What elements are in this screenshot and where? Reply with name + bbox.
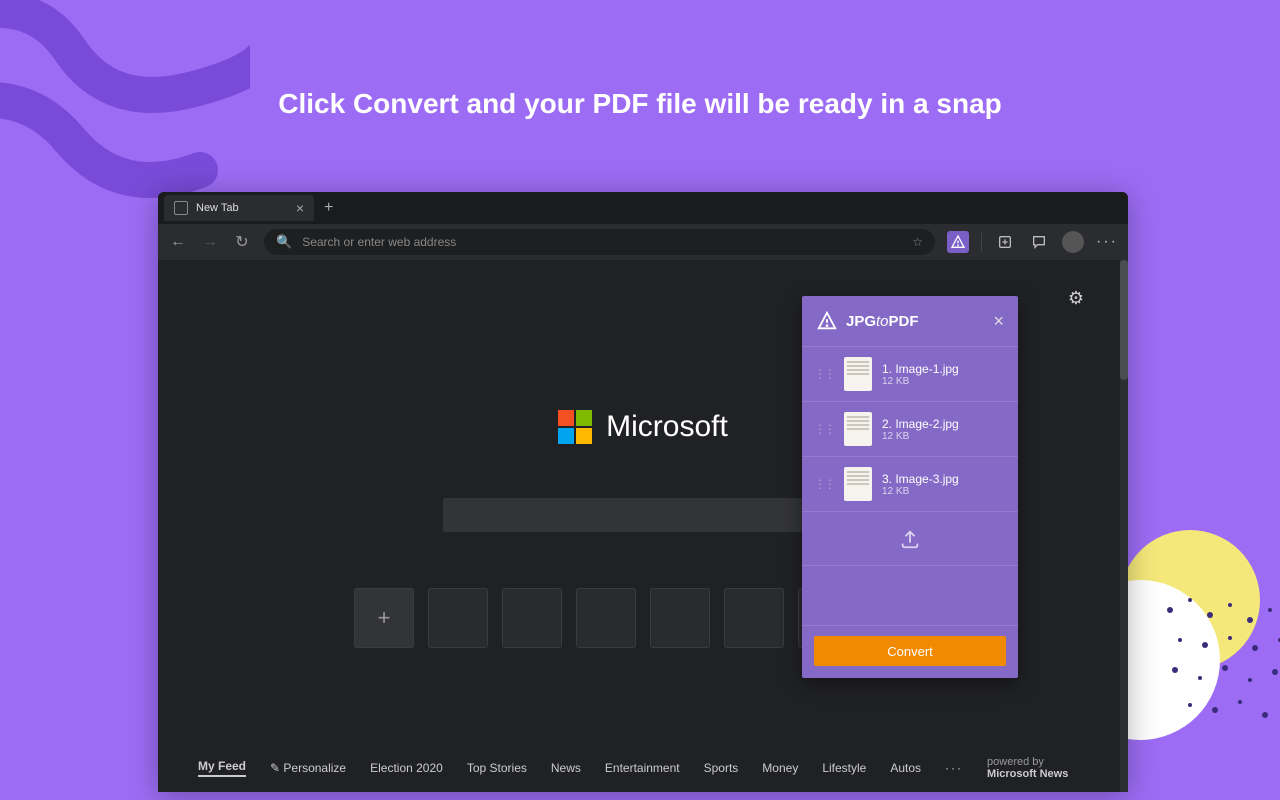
drag-handle-icon[interactable]: ⋮⋮: [814, 477, 834, 491]
file-name: 1. Image-1.jpg: [882, 362, 959, 376]
file-thumbnail: [844, 357, 872, 391]
tab-strip: New Tab × +: [158, 192, 1128, 224]
refresh-button[interactable]: ↻: [232, 232, 252, 252]
promo-headline: Click Convert and your PDF file will be …: [0, 88, 1280, 120]
profile-avatar[interactable]: [1062, 231, 1084, 253]
search-input[interactable]: [443, 498, 843, 532]
file-thumbnail: [844, 467, 872, 501]
quick-link-tile[interactable]: [428, 588, 488, 648]
quick-link-tile[interactable]: [502, 588, 562, 648]
feed-nav-bar: My Feed ✎ Personalize Election 2020 Top …: [158, 756, 1128, 780]
file-size: 12 KB: [882, 486, 959, 497]
feed-tab-my-feed[interactable]: My Feed: [198, 759, 246, 777]
file-item[interactable]: ⋮⋮ 3. Image-3.jpg 12 KB: [802, 457, 1018, 512]
feed-more-icon[interactable]: ···: [945, 761, 963, 775]
upload-row: [802, 512, 1018, 566]
feed-link[interactable]: Autos: [890, 761, 921, 775]
file-list: ⋮⋮ 1. Image-1.jpg 12 KB ⋮⋮ 2. Image-2.jp…: [802, 346, 1018, 512]
brand-logo-row: Microsoft: [558, 410, 728, 444]
new-tab-content: ⚙ Microsoft + My Feed ✎ Personalize Elec…: [158, 260, 1128, 792]
feed-link[interactable]: Sports: [704, 761, 739, 775]
upload-icon[interactable]: [899, 528, 921, 550]
toolbar-separator: [981, 233, 982, 251]
extension-logo-icon: [816, 310, 838, 332]
more-menu-icon[interactable]: ···: [1096, 233, 1118, 251]
feedback-icon[interactable]: [1028, 231, 1050, 253]
feed-link[interactable]: Lifestyle: [822, 761, 866, 775]
file-name: 2. Image-2.jpg: [882, 417, 959, 431]
quick-link-tile[interactable]: [650, 588, 710, 648]
feed-link[interactable]: Money: [762, 761, 798, 775]
new-tab-button[interactable]: +: [314, 199, 343, 217]
file-size: 12 KB: [882, 376, 959, 387]
favorite-icon[interactable]: ☆: [912, 235, 923, 249]
extension-header: JPGtoPDF ×: [802, 296, 1018, 346]
convert-row: Convert: [802, 626, 1018, 678]
feed-link[interactable]: Top Stories: [467, 761, 527, 775]
extension-popup: JPGtoPDF × ⋮⋮ 1. Image-1.jpg 12 KB ⋮⋮: [802, 296, 1018, 678]
settings-gear-icon[interactable]: ⚙: [1068, 288, 1084, 309]
collections-icon[interactable]: [994, 231, 1016, 253]
address-bar[interactable]: 🔍 Search or enter web address ☆: [264, 229, 935, 255]
back-button[interactable]: ←: [168, 233, 188, 251]
search-icon: 🔍: [276, 234, 292, 250]
browser-window: New Tab × + ← → ↻ 🔍 Search or enter web …: [158, 192, 1128, 792]
tab-close-icon[interactable]: ×: [296, 201, 304, 215]
content-scrollbar[interactable]: [1120, 260, 1128, 792]
drag-handle-icon[interactable]: ⋮⋮: [814, 367, 834, 381]
quick-link-tile[interactable]: [724, 588, 784, 648]
browser-toolbar: ← → ↻ 🔍 Search or enter web address ☆ ··…: [158, 224, 1128, 260]
feed-link[interactable]: Entertainment: [605, 761, 680, 775]
extension-icon-active[interactable]: [947, 231, 969, 253]
file-size: 12 KB: [882, 431, 959, 442]
brand-name: Microsoft: [606, 410, 728, 444]
address-placeholder: Search or enter web address: [302, 235, 456, 249]
feed-link[interactable]: News: [551, 761, 581, 775]
extension-close-icon[interactable]: ×: [993, 311, 1004, 332]
microsoft-logo-icon: [558, 410, 592, 444]
drag-handle-icon[interactable]: ⋮⋮: [814, 422, 834, 436]
extension-title: JPGtoPDF: [846, 313, 919, 330]
file-item[interactable]: ⋮⋮ 2. Image-2.jpg 12 KB: [802, 402, 1018, 457]
add-quick-link-button[interactable]: +: [354, 588, 414, 648]
tab-title: New Tab: [196, 202, 239, 214]
powered-by-label: powered by Microsoft News: [987, 756, 1088, 780]
tab-favicon: [174, 201, 188, 215]
file-item[interactable]: ⋮⋮ 1. Image-1.jpg 12 KB: [802, 347, 1018, 402]
feed-personalize-link[interactable]: ✎ Personalize: [270, 761, 346, 775]
file-name: 3. Image-3.jpg: [882, 472, 959, 486]
feed-link[interactable]: Election 2020: [370, 761, 443, 775]
convert-button[interactable]: Convert: [814, 636, 1006, 666]
forward-button[interactable]: →: [200, 233, 220, 251]
file-thumbnail: [844, 412, 872, 446]
quick-link-tile[interactable]: [576, 588, 636, 648]
scrollbar-thumb[interactable]: [1120, 260, 1128, 380]
browser-tab[interactable]: New Tab ×: [164, 195, 314, 221]
